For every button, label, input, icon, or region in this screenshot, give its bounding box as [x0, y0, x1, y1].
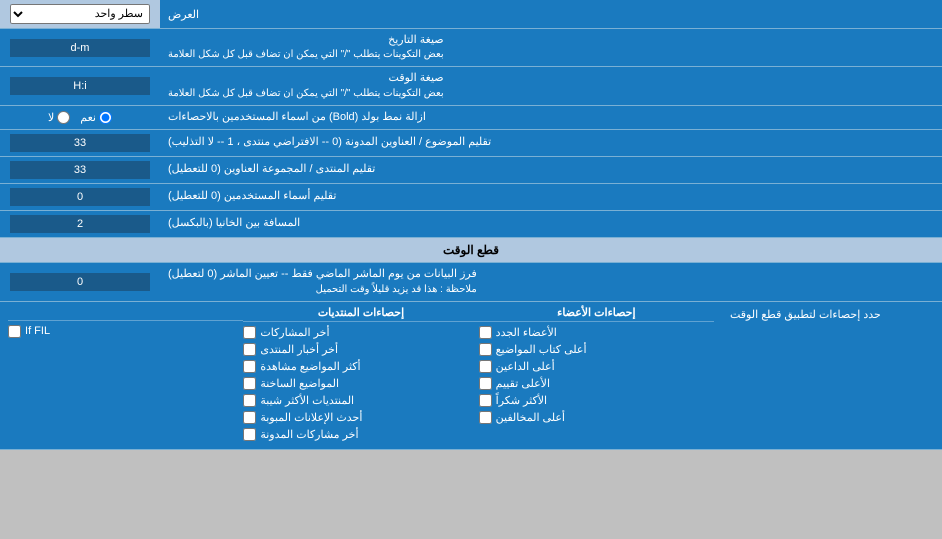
bold-yes-label[interactable]: نعم: [80, 111, 112, 124]
bold-radio-cell: نعم لا: [0, 106, 160, 129]
cutoff-row: فرز البيانات من يوم الماشر الماضي فقط --…: [0, 263, 942, 301]
date-format-row: صيغة التاريخ بعض التكوينات يتطلب "/" الت…: [0, 29, 942, 67]
checkbox-hot-topics[interactable]: [243, 377, 256, 390]
topics-row: تقليم الموضوع / العناوين المدونة (0 -- ا…: [0, 130, 942, 157]
checkbox-item-top-writers: أعلى كتاب المواضيع: [479, 343, 714, 356]
checkbox-col-members: إحصاءات الأعضاء الأعضاء الجدد أعلى كتاب …: [479, 306, 714, 445]
col-extra-header: [8, 306, 243, 321]
checkbox-item-top-violations: أعلى المخالفين: [479, 411, 714, 424]
checkbox-col-forums: إحصاءات المنتديات أخر المشاركات أخر أخبا…: [243, 306, 478, 445]
limit-label: حدد إحصاءات لتطبيق قطع الوقت: [730, 308, 881, 321]
cutoff-input-cell: [0, 263, 160, 300]
date-format-hint: بعض التكوينات يتطلب "/" التي يمكن ان تضا…: [168, 48, 444, 62]
checkbox-if-fil[interactable]: [8, 325, 21, 338]
bold-no-text: لا: [48, 111, 54, 124]
users-row: تقليم أسماء المستخدمين (0 للتعطيل): [0, 184, 942, 211]
checkbox-top-violations[interactable]: [479, 411, 492, 424]
checkbox-item-new-members: الأعضاء الجدد: [479, 326, 714, 339]
main-container: العرض سطر واحد صيغة التاريخ بعض التكوينا…: [0, 0, 942, 450]
checkbox-top-inviters[interactable]: [479, 360, 492, 373]
checkbox-blog-posts[interactable]: [243, 428, 256, 441]
checkbox-item-most-similar: المنتديات الأكثر شيبة: [243, 394, 478, 407]
checkbox-top-rated[interactable]: [479, 377, 492, 390]
gap-row: المسافة بين الخانيا (بالبكسل): [0, 211, 942, 238]
forum-label: تقليم المنتدى / المجموعة العناوين (0 للت…: [168, 162, 375, 177]
time-format-input[interactable]: [10, 77, 150, 95]
users-label: تقليم أسماء المستخدمين (0 للتعطيل): [168, 189, 336, 204]
checkbox-top-writers[interactable]: [479, 343, 492, 356]
checkbox-item-blog-posts: أخر مشاركات المدونة: [243, 428, 478, 441]
checkbox-new-members[interactable]: [479, 326, 492, 339]
checkbox-most-similar[interactable]: [243, 394, 256, 407]
cutoff-note: ملاحظة : هذا قد يزيد قليلاً وقت التحميل: [168, 283, 477, 297]
checkbox-item-hot-topics: المواضيع الساخنة: [243, 377, 478, 390]
display-select[interactable]: سطر واحد: [10, 4, 150, 24]
display-row: العرض سطر واحد: [0, 0, 942, 29]
cutoff-label-cell: فرز البيانات من يوم الماشر الماضي فقط --…: [160, 263, 942, 300]
bold-label-cell: ازالة نمط بولد (Bold) من اسماء المستخدمي…: [160, 106, 942, 129]
date-format-label: صيغة التاريخ: [168, 33, 444, 48]
topics-label-cell: تقليم الموضوع / العناوين المدونة (0 -- ا…: [160, 130, 942, 156]
gap-input-cell: [0, 211, 160, 237]
topics-input[interactable]: [10, 134, 150, 152]
checkbox-item-top-inviters: أعلى الداعين: [479, 360, 714, 373]
checkbox-most-thanks[interactable]: [479, 394, 492, 407]
topics-label: تقليم الموضوع / العناوين المدونة (0 -- ا…: [168, 135, 491, 150]
checkbox-item-if-fil: If FIL: [8, 325, 243, 338]
checkbox-item-most-viewed: أكثر المواضيع مشاهدة: [243, 360, 478, 373]
date-format-input[interactable]: [10, 39, 150, 57]
checkbox-col-extra: If FIL: [8, 306, 243, 445]
users-label-cell: تقليم أسماء المستخدمين (0 للتعطيل): [160, 184, 942, 210]
time-format-label-cell: صيغة الوقت بعض التكوينات يتطلب "/" التي …: [160, 67, 942, 104]
checkbox-forum-news[interactable]: [243, 343, 256, 356]
date-format-label-cell: صيغة التاريخ بعض التكوينات يتطلب "/" الت…: [160, 29, 942, 66]
display-select-cell: سطر واحد: [0, 0, 160, 28]
checkboxes-area: إحصاءات الأعضاء الأعضاء الجدد أعلى كتاب …: [0, 302, 722, 449]
forum-label-cell: تقليم المنتدى / المجموعة العناوين (0 للت…: [160, 157, 942, 183]
time-format-hint: بعض التكوينات يتطلب "/" التي يمكن ان تضا…: [168, 87, 444, 101]
checkbox-most-viewed[interactable]: [243, 360, 256, 373]
forum-input-cell: [0, 157, 160, 183]
users-input[interactable]: [10, 188, 150, 206]
cutoff-section-title: قطع الوقت: [443, 243, 499, 257]
bold-no-radio[interactable]: [57, 111, 70, 124]
checkbox-last-posts[interactable]: [243, 326, 256, 339]
gap-input[interactable]: [10, 215, 150, 233]
forum-row: تقليم المنتدى / المجموعة العناوين (0 للت…: [0, 157, 942, 184]
bold-yes-text: نعم: [80, 111, 96, 124]
bold-yes-radio[interactable]: [99, 111, 112, 124]
gap-label: المسافة بين الخانيا (بالبكسل): [168, 216, 300, 231]
bold-no-label[interactable]: لا: [48, 111, 70, 124]
cutoff-input[interactable]: [10, 273, 150, 291]
display-label: العرض: [160, 0, 942, 28]
col-forums-header: إحصاءات المنتديات: [243, 306, 478, 322]
checkbox-classified-ads[interactable]: [243, 411, 256, 424]
bold-label: ازالة نمط بولد (Bold) من اسماء المستخدمي…: [168, 110, 426, 125]
gap-label-cell: المسافة بين الخانيا (بالبكسل): [160, 211, 942, 237]
topics-input-cell: [0, 130, 160, 156]
users-input-cell: [0, 184, 160, 210]
if-fil-text: If FIL: [25, 325, 50, 337]
time-format-row: صيغة الوقت بعض التكوينات يتطلب "/" التي …: [0, 67, 942, 105]
checkbox-item-classified-ads: أحدث الإعلانات المبوبة: [243, 411, 478, 424]
checkbox-item-top-rated: الأعلى تقييم: [479, 377, 714, 390]
limit-section: حدد إحصاءات لتطبيق قطع الوقت إحصاءات الأ…: [0, 302, 942, 450]
time-format-input-cell: [0, 67, 160, 104]
checkbox-item-forum-news: أخر أخبار المنتدى: [243, 343, 478, 356]
limit-label-cell: حدد إحصاءات لتطبيق قطع الوقت: [722, 302, 942, 449]
time-format-label: صيغة الوقت: [168, 71, 444, 86]
cutoff-section-header: قطع الوقت: [0, 238, 942, 263]
checkbox-item-most-thanks: الأكثر شكراً: [479, 394, 714, 407]
forum-input[interactable]: [10, 161, 150, 179]
bold-row: ازالة نمط بولد (Bold) من اسماء المستخدمي…: [0, 106, 942, 130]
checkbox-item-last-posts: أخر المشاركات: [243, 326, 478, 339]
cutoff-label: فرز البيانات من يوم الماشر الماضي فقط --…: [168, 267, 477, 282]
col-members-header: إحصاءات الأعضاء: [479, 306, 714, 322]
date-format-input-cell: [0, 29, 160, 66]
